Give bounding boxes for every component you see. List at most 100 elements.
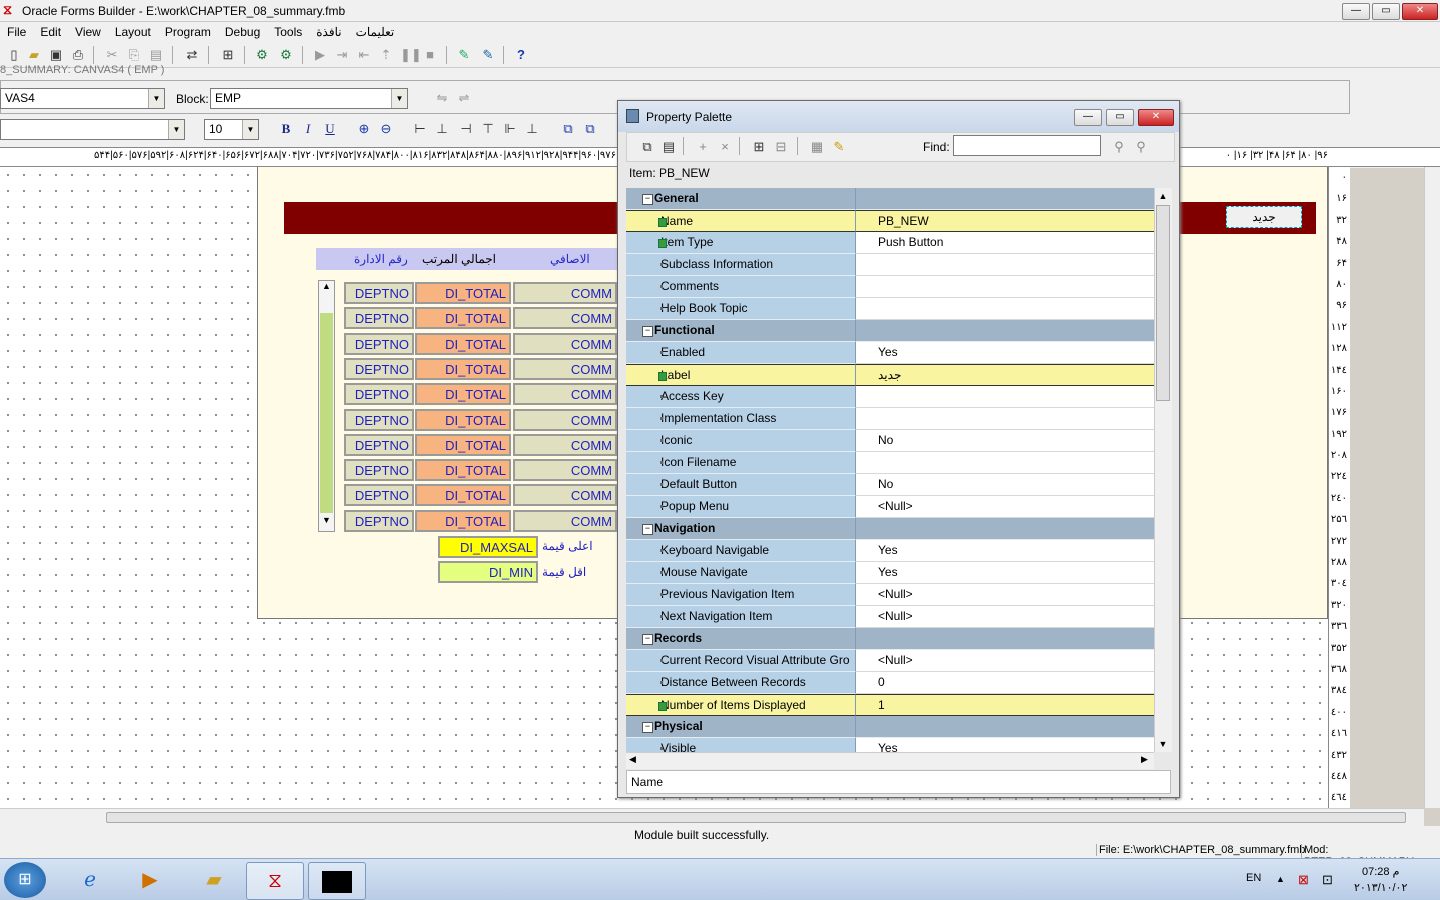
property-category[interactable]: − Functional (626, 320, 1154, 342)
property-value[interactable]: 1 (856, 694, 1154, 716)
property-name[interactable]: Label (626, 364, 856, 386)
menu-file[interactable]: File (0, 23, 33, 41)
property-row[interactable]: Icon Filename (626, 452, 1154, 474)
property-name[interactable]: − Records (626, 628, 856, 650)
comm-field[interactable]: COMM (513, 332, 617, 355)
collapse-icon[interactable]: − (642, 194, 653, 205)
deptno-field[interactable]: DEPTNO (344, 433, 414, 456)
comm-field[interactable]: COMM (513, 509, 617, 532)
deptno-field[interactable]: DEPTNO (344, 307, 414, 330)
chevron-down-icon[interactable]: ▼ (1155, 736, 1171, 752)
property-row[interactable]: Comments (626, 276, 1154, 298)
folder-icon[interactable]: ▰ (186, 862, 242, 898)
collapse-icon[interactable]: − (642, 634, 653, 645)
property-category[interactable]: − Records (626, 628, 1154, 650)
property-row[interactable]: Distance Between Records 0 (626, 672, 1154, 694)
delete-property-icon[interactable]: × (717, 139, 733, 155)
deptno-field[interactable]: DEPTNO (344, 332, 414, 355)
print-icon[interactable]: ⎙ (70, 47, 86, 63)
intersection-icon[interactable]: ⊟ (773, 139, 789, 155)
total-field[interactable]: DI_TOTAL (415, 383, 511, 406)
property-name[interactable]: Help Book Topic (626, 298, 856, 320)
find-prev-icon[interactable]: ⚲ (1133, 139, 1149, 155)
property-value[interactable]: <Null> (856, 650, 1154, 672)
property-name[interactable]: − Physical (626, 716, 856, 738)
palette-hscroll[interactable]: ◀ ▶ (626, 752, 1154, 769)
property-row[interactable]: Visible Yes (626, 738, 1154, 752)
step-into-icon[interactable]: ⇥ (334, 47, 350, 63)
new-icon[interactable]: ▯ (6, 47, 22, 63)
property-row[interactable]: Keyboard Navigable Yes (626, 540, 1154, 562)
property-name[interactable]: Current Record Visual Attribute Gro (626, 650, 856, 672)
total-field[interactable]: DI_TOTAL (415, 484, 511, 507)
property-value[interactable]: No (856, 474, 1154, 496)
total-field[interactable]: DI_TOTAL (415, 307, 511, 330)
minimize-button[interactable]: — (1342, 3, 1370, 20)
chevron-left-icon[interactable]: ◀ (629, 754, 636, 765)
property-name[interactable]: − General (626, 188, 856, 210)
console-task[interactable] (308, 862, 366, 900)
comm-field[interactable]: COMM (513, 459, 617, 482)
palette-close-button[interactable]: ✕ (1138, 109, 1174, 126)
property-value[interactable]: <Null> (856, 584, 1154, 606)
layout-wizard-icon[interactable]: ✎ (480, 47, 496, 63)
property-category[interactable]: − Physical (626, 716, 1154, 738)
run-icon[interactable]: ⚙ (254, 47, 270, 63)
property-row[interactable]: Popup Menu <Null> (626, 496, 1154, 518)
property-name[interactable]: Visible (626, 738, 856, 752)
cut-icon[interactable]: ✂ (104, 47, 120, 63)
total-field[interactable]: DI_TOTAL (415, 408, 511, 431)
property-row[interactable]: Help Book Topic (626, 298, 1154, 320)
property-name[interactable]: Icon Filename (626, 452, 856, 474)
add-property-icon[interactable]: + (695, 139, 711, 155)
property-value[interactable]: Yes (856, 540, 1154, 562)
property-row[interactable]: Access Key (626, 386, 1154, 408)
property-row[interactable]: Mouse Navigate Yes (626, 562, 1154, 584)
wizard-icon[interactable]: ✎ (456, 47, 472, 63)
align-right-icon[interactable]: ⊣ (458, 121, 474, 137)
menu-debug[interactable]: Debug (218, 23, 267, 41)
property-row[interactable]: Default Button No (626, 474, 1154, 496)
property-name[interactable]: Name (626, 210, 856, 232)
union-icon[interactable]: ⊞ (751, 139, 767, 155)
property-value[interactable] (856, 628, 1154, 650)
scroll-thumb[interactable] (1156, 205, 1170, 401)
property-row[interactable]: Current Record Visual Attribute Gro <Null… (626, 650, 1154, 672)
comm-field[interactable]: COMM (513, 282, 617, 304)
zoom-out-icon[interactable]: ⊖ (378, 121, 394, 137)
block-select[interactable]: EMP ▼ (210, 88, 408, 109)
property-name[interactable]: Implementation Class (626, 408, 856, 430)
property-row[interactable]: Previous Navigation Item <Null> (626, 584, 1154, 606)
debug-icon[interactable]: ⚙ (278, 47, 294, 63)
align-top-icon[interactable]: ⊤ (480, 121, 496, 137)
property-row[interactable]: Next Navigation Item <Null> (626, 606, 1154, 628)
chevron-down-icon[interactable]: ▼ (148, 89, 164, 108)
max-field[interactable]: DI_MAXSAL (438, 536, 538, 558)
comm-field[interactable]: COMM (513, 307, 617, 330)
property-value[interactable] (856, 298, 1154, 320)
chevron-up-icon[interactable]: ▲ (319, 281, 334, 296)
property-name[interactable]: − Navigation (626, 518, 856, 540)
bold-button[interactable]: B (278, 121, 294, 137)
language-indicator[interactable]: EN (1246, 872, 1261, 884)
property-name[interactable]: Previous Navigation Item (626, 584, 856, 606)
deptno-field[interactable]: DEPTNO (344, 282, 414, 304)
property-name[interactable]: Item Type (626, 232, 856, 254)
find-next-icon[interactable]: ⚲ (1111, 139, 1127, 155)
total-field[interactable]: DI_TOTAL (415, 509, 511, 532)
property-value[interactable]: Yes (856, 562, 1154, 584)
copy-icon[interactable]: ⎘ (126, 47, 142, 63)
underline-button[interactable]: U (322, 121, 338, 137)
palette-maximize-button[interactable]: ▭ (1106, 109, 1134, 126)
font-select[interactable]: ▼ (0, 119, 185, 140)
property-name[interactable]: Enabled (626, 342, 856, 364)
menu-edit[interactable]: Edit (33, 23, 68, 41)
property-name[interactable]: Next Navigation Item (626, 606, 856, 628)
show-hidden-icons-icon[interactable]: ▲ (1276, 874, 1285, 884)
open-icon[interactable]: ▰ (26, 47, 42, 63)
chevron-down-icon[interactable]: ▼ (391, 89, 407, 108)
property-value[interactable]: <Null> (856, 606, 1154, 628)
pause-icon[interactable]: ❚❚ (400, 47, 422, 63)
comm-field[interactable]: COMM (513, 357, 617, 380)
property-row[interactable]: Implementation Class (626, 408, 1154, 430)
